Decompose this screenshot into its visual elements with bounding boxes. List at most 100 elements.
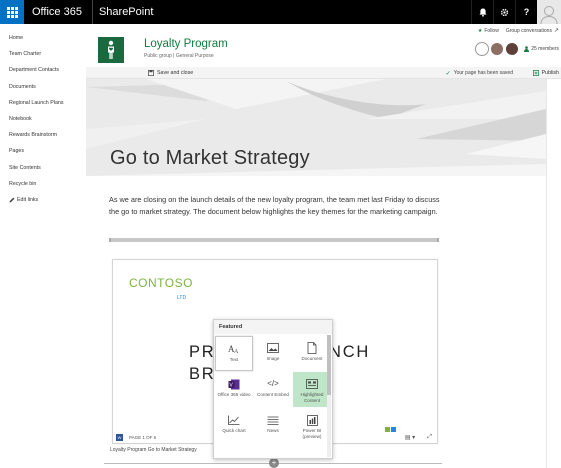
notifications-button[interactable] — [471, 0, 493, 24]
pencil-icon — [9, 197, 15, 203]
edit-links-button[interactable]: Edit links — [0, 192, 86, 208]
powerbi-icon — [306, 414, 318, 426]
site-header: Loyalty Program Public group | General P… — [86, 24, 561, 67]
webpart-image-label: Image — [266, 356, 280, 361]
members-count-button[interactable]: 25 members — [524, 46, 559, 52]
webpart-video-label: Office 365 video — [217, 392, 251, 397]
arrow-up-right-icon: ↗ — [553, 28, 559, 34]
webpart-document-label: Document — [301, 356, 323, 361]
sharepoint-app-name[interactable]: SharePoint — [93, 0, 153, 24]
person-with-heart-icon — [108, 40, 114, 59]
image-icon — [267, 342, 279, 354]
nav-item-site-contents[interactable]: Site Contents — [0, 160, 86, 176]
site-logo[interactable] — [98, 37, 124, 63]
save-icon — [148, 70, 154, 76]
group-conversations-link[interactable]: Group conversations ↗ — [506, 27, 559, 35]
save-status: ✓ Your page has been saved — [446, 67, 513, 79]
command-bar: Save and close ✓ Your page has been save… — [86, 67, 561, 79]
follow-label: Follow — [484, 27, 499, 34]
nav-item-home[interactable]: Home — [0, 30, 86, 46]
members-count-label: 25 members — [531, 46, 559, 52]
settings-button[interactable] — [493, 0, 515, 24]
member-avatar-2[interactable] — [490, 42, 505, 56]
person-silhouette-icon — [540, 6, 558, 24]
embed-icon: </> — [267, 379, 279, 389]
webpart-highlighted-content[interactable]: Highlighted Content — [293, 372, 331, 407]
webpart-document[interactable]: Document — [293, 336, 331, 371]
webpart-power-bi[interactable]: Power BI (preview) — [293, 408, 331, 443]
toolbox-header: Featured — [214, 320, 332, 334]
app-launcher-button[interactable] — [0, 0, 24, 24]
document-heading-line-1: PR — [189, 343, 216, 361]
page-scrollbar[interactable] — [546, 79, 561, 468]
nav-item-rewards-brainstorm[interactable]: Rewards Brainstorm — [0, 127, 86, 143]
webpart-image[interactable]: Image — [254, 336, 292, 371]
nav-item-recycle-bin[interactable]: Recycle bin — [0, 176, 86, 192]
webpart-powerbi-label: Power BI (preview) — [302, 428, 322, 439]
toolbox-scrollbar-thumb[interactable] — [327, 335, 331, 395]
publish-icon — [532, 70, 539, 76]
webpart-news[interactable]: News — [254, 408, 292, 443]
webpart-highlighted-label: Highlighted Content — [300, 392, 324, 403]
suite-actions: ? — [471, 0, 561, 24]
bell-icon — [479, 8, 486, 17]
contoso-ltd-text: LTD — [177, 295, 187, 301]
member-avatar-1[interactable] — [475, 42, 490, 56]
nav-item-regional-launch-plans[interactable]: Regional Launch Plans — [0, 95, 86, 111]
plus-icon: + — [271, 458, 277, 467]
document-heading-line-1-end: NCH — [329, 343, 371, 361]
nav-item-pages[interactable]: Pages — [0, 143, 86, 159]
text-icon: AA — [228, 343, 240, 355]
document-heading-line-2: BR — [189, 365, 216, 383]
webpart-content-embed[interactable]: </> Content Embed — [254, 372, 292, 407]
document-caption[interactable]: Loyalty Program Go to Market Strategy — [110, 447, 197, 453]
left-navigation: Home Team Charter Department Contacts Do… — [0, 24, 86, 468]
highlighted-content-icon — [306, 378, 318, 390]
follow-row: ★ Follow Group conversations ↗ — [478, 27, 559, 35]
publish-label: Publish — [541, 70, 559, 76]
page-indicator: PAGE 1 OF 6 — [129, 434, 157, 440]
nav-item-department-contacts[interactable]: Department Contacts — [0, 62, 86, 78]
star-icon: ★ — [477, 27, 483, 34]
word-icon: W — [116, 433, 123, 441]
nav-item-team-charter[interactable]: Team Charter — [0, 46, 86, 62]
gear-icon — [500, 8, 509, 16]
body-paragraph[interactable]: As we are closing on the launch details … — [109, 194, 449, 218]
members-row: 25 members — [475, 42, 559, 56]
help-button[interactable]: ? — [515, 0, 537, 24]
section-divider — [109, 238, 439, 242]
suite-bar: Office 365 SharePoint ? — [0, 0, 561, 24]
webpart-office365-video[interactable]: V Office 365 video — [215, 372, 253, 407]
webpart-text-label: Text — [229, 357, 239, 362]
document-icon — [307, 342, 317, 354]
page-canvas: Go to Market Strategy As we are closing … — [86, 79, 546, 468]
webpart-quick-chart[interactable]: Quick chart — [215, 408, 253, 443]
member-avatar-3[interactable] — [505, 42, 520, 56]
toolbox-scrollbar[interactable] — [327, 335, 331, 457]
view-options-icon[interactable]: ▤ ▾ — [405, 434, 415, 441]
nav-item-notebook[interactable]: Notebook — [0, 111, 86, 127]
fullscreen-icon[interactable]: ⤢ — [427, 434, 432, 441]
page-title[interactable]: Go to Market Strategy — [110, 147, 310, 170]
webpart-toolbox: Featured AA Text Image Document V Office… — [213, 319, 333, 459]
person-icon — [524, 46, 530, 52]
webpart-text[interactable]: AA Text — [215, 336, 253, 371]
chart-icon — [228, 414, 240, 426]
webpart-embed-label: Content Embed — [257, 392, 289, 397]
office-365-brand[interactable]: Office 365 — [24, 0, 92, 24]
save-and-close-label: Save and close — [157, 70, 194, 76]
user-avatar[interactable] — [537, 0, 561, 24]
waffle-icon — [6, 6, 18, 18]
webpart-news-label: News — [267, 428, 279, 433]
checkmark-icon: ✓ — [445, 70, 451, 77]
help-icon: ? — [523, 7, 530, 17]
save-and-close-button[interactable]: Save and close — [148, 67, 193, 79]
publish-button[interactable]: Publish — [532, 67, 559, 79]
nav-item-documents[interactable]: Documents — [0, 79, 86, 95]
add-webpart-button[interactable]: + — [269, 458, 279, 468]
title-banner-image: Go to Market Strategy — [86, 79, 546, 176]
site-title[interactable]: Loyalty Program — [144, 38, 228, 50]
follow-button[interactable]: ★ Follow — [478, 28, 499, 34]
toolbox-grid: AA Text Image Document V Office 365 vide… — [215, 336, 333, 443]
news-icon — [267, 414, 279, 426]
